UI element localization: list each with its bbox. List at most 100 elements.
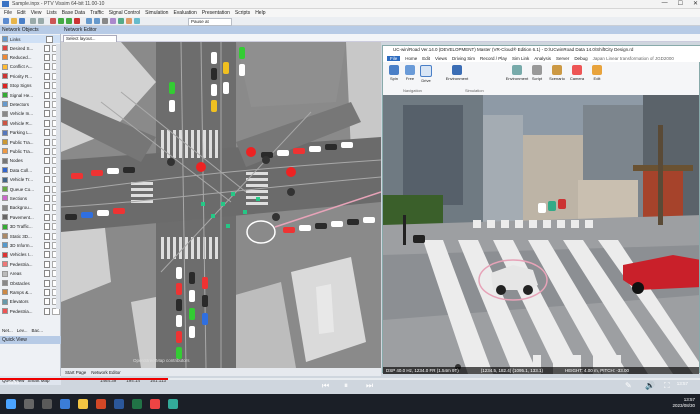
visibility-checkbox[interactable] xyxy=(43,82,51,90)
menu-view[interactable]: View xyxy=(31,10,42,16)
minimize-button[interactable]: — xyxy=(662,0,668,7)
explorer-icon[interactable] xyxy=(78,399,88,409)
network-object-item[interactable]: 3D Inform... xyxy=(2,241,60,249)
visibility-checkbox[interactable] xyxy=(43,44,51,52)
menu-lists[interactable]: Lists xyxy=(46,10,56,16)
play-pause-icon[interactable]: ⏸ xyxy=(344,382,348,390)
network-object-item[interactable]: Reduced... xyxy=(2,53,60,61)
new-icon[interactable] xyxy=(3,18,9,24)
network-object-item[interactable]: Stop Signs xyxy=(2,82,60,90)
menu-signal-control[interactable]: Signal Control xyxy=(109,10,140,16)
visibility-checkbox[interactable] xyxy=(43,270,51,278)
menu-presentation[interactable]: Presentation xyxy=(202,10,230,16)
clock[interactable]: 13:57 2023/08/30 xyxy=(672,397,695,409)
spin-button[interactable]: Spin xyxy=(386,65,402,81)
network-object-item[interactable]: Static 3D... xyxy=(2,232,60,240)
redo-icon[interactable] xyxy=(38,18,44,24)
tab-edit[interactable]: Edit xyxy=(422,56,430,61)
menu-file[interactable]: File xyxy=(4,10,12,16)
menu-help[interactable]: Help xyxy=(255,10,265,16)
visibility-checkbox[interactable] xyxy=(43,72,51,80)
network-object-item[interactable]: Vehicle Tr... xyxy=(2,176,60,184)
tab-net[interactable]: Net... xyxy=(2,328,13,333)
stop-icon[interactable] xyxy=(74,18,80,24)
tab-record-play[interactable]: Record / Play xyxy=(480,56,507,61)
script-button[interactable]: Script xyxy=(529,65,545,81)
speed-icon[interactable] xyxy=(86,18,92,24)
undo-icon[interactable] xyxy=(30,18,36,24)
step-icon[interactable] xyxy=(66,18,72,24)
search-icon[interactable] xyxy=(24,399,34,409)
network-icon[interactable] xyxy=(134,18,140,24)
fullscreen-icon[interactable]: ⛶ xyxy=(664,382,670,390)
camera-button[interactable]: Camera xyxy=(569,65,585,81)
visibility-checkbox[interactable] xyxy=(43,288,51,296)
visibility-checkbox[interactable] xyxy=(43,110,51,118)
visibility-checkbox[interactable] xyxy=(43,204,51,212)
visibility-checkbox[interactable] xyxy=(43,91,51,99)
layer-icon[interactable] xyxy=(110,18,116,24)
visibility-checkbox[interactable] xyxy=(43,241,51,249)
pen-icon[interactable]: ✎ xyxy=(625,382,632,390)
visibility-checkbox[interactable] xyxy=(43,53,51,61)
tab-sim-link[interactable]: Sim Link xyxy=(512,56,529,61)
visibility-checkbox[interactable] xyxy=(43,279,51,287)
tab-views[interactable]: Views xyxy=(435,56,447,61)
visibility-checkbox[interactable] xyxy=(43,157,51,165)
network-object-item[interactable]: Public Tra... xyxy=(2,138,60,146)
visibility-checkbox[interactable] xyxy=(46,35,53,43)
edit-button[interactable]: Edit xyxy=(589,65,605,81)
tab-server[interactable]: Server xyxy=(556,56,569,61)
vissim-app-icon[interactable] xyxy=(150,399,160,409)
visibility-checkbox[interactable] xyxy=(43,194,51,202)
grid-icon[interactable] xyxy=(102,18,108,24)
tab-analysis[interactable]: Analysis xyxy=(534,56,551,61)
network-object-item[interactable]: Elevators xyxy=(2,298,60,306)
visibility-checkbox[interactable] xyxy=(43,176,51,184)
open-icon[interactable] xyxy=(11,18,17,24)
visibility-checkbox[interactable] xyxy=(43,260,51,268)
pause-at-field[interactable]: Pause at xyxy=(188,18,232,26)
tab-start-page[interactable]: Start Page xyxy=(65,370,86,375)
task-view-icon[interactable] xyxy=(42,399,52,409)
tab-debug[interactable]: Debug xyxy=(574,56,587,61)
menu-scripts[interactable]: Scripts xyxy=(235,10,250,16)
tab-home[interactable]: Home xyxy=(405,56,417,61)
visibility-checkbox[interactable] xyxy=(43,307,51,315)
network-object-item[interactable]: Parking L... xyxy=(2,129,60,137)
network-object-item[interactable]: Pedestria... xyxy=(2,307,60,315)
network-object-item[interactable]: Public Tra... xyxy=(2,147,60,155)
network-object-item[interactable]: Ramps &... xyxy=(2,288,60,296)
network-object-item[interactable]: Vehicle In... xyxy=(2,110,60,118)
scenario-button[interactable]: Scenario xyxy=(549,65,565,81)
menu-traffic[interactable]: Traffic xyxy=(90,10,104,16)
maximize-button[interactable]: ☐ xyxy=(678,0,683,7)
visibility-checkbox[interactable] xyxy=(43,185,51,193)
menu-base-data[interactable]: Base Data xyxy=(62,10,85,16)
record-icon[interactable] xyxy=(50,18,56,24)
network-object-item[interactable]: Nodes xyxy=(2,157,60,165)
visibility-checkbox[interactable] xyxy=(43,213,51,221)
visibility-checkbox[interactable] xyxy=(43,166,51,174)
visibility-checkbox[interactable] xyxy=(43,147,51,155)
visibility-checkbox[interactable] xyxy=(43,223,51,231)
word-icon[interactable] xyxy=(114,399,124,409)
network-map[interactable]: OpenStreetMap contributors xyxy=(61,42,381,368)
free-button[interactable]: Free xyxy=(402,65,418,81)
network-object-item[interactable]: Backgrou... xyxy=(2,204,60,212)
visibility-checkbox[interactable] xyxy=(43,298,51,306)
network-object-item[interactable]: 3D Traffic... xyxy=(2,223,60,231)
visibility-checkbox[interactable] xyxy=(43,119,51,127)
network-object-item[interactable]: Obstacles xyxy=(2,279,60,287)
volume-icon[interactable]: 🔊 xyxy=(645,382,655,390)
zoom-icon[interactable] xyxy=(94,18,100,24)
visibility-checkbox[interactable] xyxy=(43,129,51,137)
visibility-checkbox[interactable] xyxy=(43,138,51,146)
excel-icon[interactable] xyxy=(132,399,142,409)
network-object-item[interactable]: Desired S... xyxy=(2,44,60,52)
visibility-checkbox[interactable] xyxy=(43,63,51,71)
network-object-item[interactable]: Sections xyxy=(2,194,60,202)
tab-lev[interactable]: Lev... xyxy=(17,328,28,333)
play-icon[interactable] xyxy=(58,18,64,24)
network-object-item[interactable]: Data Coll... xyxy=(2,166,60,174)
